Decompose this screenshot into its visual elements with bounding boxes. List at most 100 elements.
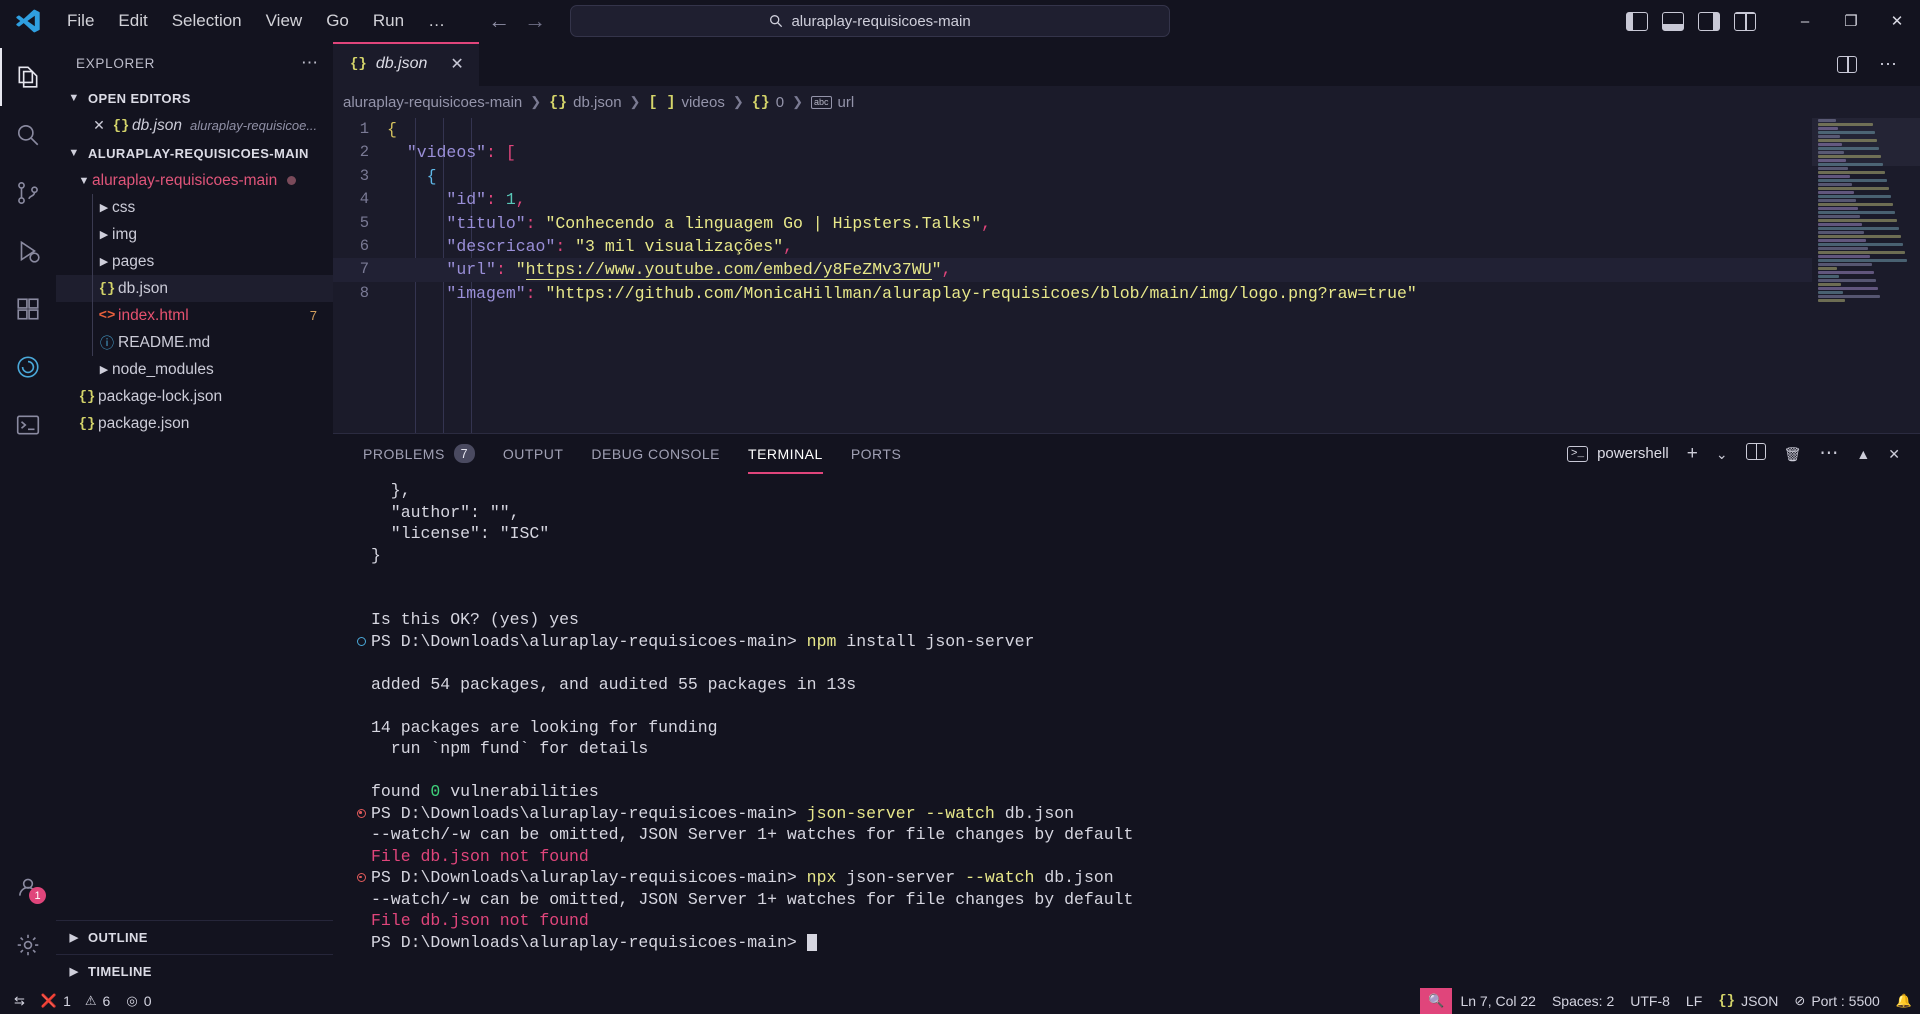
new-terminal-icon[interactable]: + [1687,444,1698,463]
maximize-panel-icon[interactable]: ▲ [1856,447,1870,461]
panel-tab-terminal[interactable]: TERMINAL [734,433,837,474]
tree-file-db-json[interactable]: {} db.json [56,275,333,302]
activity-terminal[interactable] [0,396,56,454]
activity-explorer[interactable] [0,48,56,106]
toggle-primary-sidebar-icon[interactable] [1626,11,1648,31]
menu-view[interactable]: View [255,8,314,34]
terminal-shell-selector[interactable]: >_ powershell [1566,445,1669,462]
panel-tab-debug-console[interactable]: DEBUG CONSOLE [577,433,734,474]
activity-settings[interactable] [0,916,56,974]
search-icon: 🔍 [1428,993,1445,1008]
activity-accounts[interactable]: 1 [0,858,56,916]
section-open-editors[interactable]: ▼ OPEN EDITORS [56,84,333,112]
terminal-token: } [371,545,381,565]
breadcrumb-item-3[interactable]: 0 [776,94,784,111]
more-actions-icon[interactable]: ⋯ [301,53,319,73]
editor-group: {} db.json ✕ ⋯ aluraplay-requisicoes-mai… [333,42,1920,988]
status-problems[interactable]: ❌ 1 ⚠ 6 [33,988,118,1014]
customize-layout-icon[interactable] [1734,11,1756,31]
toggle-panel-icon[interactable] [1662,11,1684,31]
toggle-secondary-sidebar-icon[interactable] [1698,11,1720,31]
split-editor-icon[interactable] [1837,55,1857,73]
code-editor[interactable]: 1{2 "videos": [3 {4 "id": 1, 5 "titulo": … [333,118,1920,433]
minimap-line [1818,203,1893,206]
tree-item-label: index.html [118,306,189,324]
tree-file-package-json[interactable]: {} package.json [56,410,333,437]
arrow-right-icon[interactable]: → [524,10,546,32]
close-panel-icon[interactable]: ✕ [1888,447,1900,461]
code-token: , [515,190,526,210]
activity-source-control[interactable] [0,164,56,222]
minimap-line [1818,207,1858,210]
section-workspace[interactable]: ▼ ALURAPLAY-REQUISICOES-MAIN [56,139,333,167]
status-notifications[interactable]: 🔔 [1888,988,1920,1014]
terminal-text: PS D:\Downloads\aluraplay-requisicoes-ma… [371,631,1034,653]
open-editor-item-db-json[interactable]: ✕ {} db.json aluraplay-requisicoe... [56,112,333,139]
tree-item-label: package-lock.json [98,387,223,405]
panel-tab-output[interactable]: OUTPUT [489,433,578,474]
menu-more[interactable]: … [417,8,456,34]
workbench-body: 1 EXPLORER ⋯ ▼ OPEN EDITORS ✕ {} db.json… [0,42,1920,988]
minimap-line [1818,123,1873,126]
tree-file-package-lock-json[interactable]: {} package-lock.json [56,383,333,410]
menu-run[interactable]: Run [362,8,415,34]
tree-folder-pages[interactable]: ▶ pages [56,248,333,275]
tree-folder-css[interactable]: ▶ css [56,194,333,221]
breadcrumb-item-0[interactable]: aluraplay-requisicoes-main [343,94,522,111]
close-icon[interactable]: ✕ [88,117,110,134]
status-indentation[interactable]: Spaces: 2 [1544,988,1622,1014]
more-actions-icon[interactable]: ⋯ [1819,444,1838,463]
tree-folder-aluraplay-requisicoes-main[interactable]: ▼ aluraplay-requisicoes-main [56,167,333,194]
activity-search[interactable] [0,106,56,164]
status-ports[interactable]: ◎ 0 [118,988,159,1014]
status-language-mode[interactable]: {} JSON [1710,988,1786,1014]
terminal-output[interactable]: }, "author": "", "license": "ISC"} Is thi… [333,474,1920,988]
tree-file-readme-md[interactable]: ⓘ README.md [56,329,333,356]
kill-terminal-icon[interactable]: 🗑 [1784,447,1802,461]
minimap[interactable] [1812,118,1920,433]
status-eol[interactable]: LF [1678,988,1710,1014]
section-timeline[interactable]: ▶ TIMELINE [56,954,333,988]
arrow-left-icon[interactable]: ← [488,10,510,32]
menu-selection[interactable]: Selection [161,8,253,34]
breadcrumb-item-4[interactable]: url [838,94,855,111]
status-remote[interactable]: ⇆ [6,988,33,1014]
menu-file[interactable]: File [56,8,105,34]
panel-tab-label: DEBUG CONSOLE [591,445,721,462]
activity-run-debug[interactable] [0,222,56,280]
more-actions-icon[interactable]: ⋯ [1879,54,1898,75]
minimap-line [1818,263,1872,266]
activity-live-share[interactable] [0,338,56,396]
command-center-search[interactable]: aluraplay-requisicoes-main [570,5,1171,37]
minimap-line [1818,151,1844,154]
status-encoding[interactable]: UTF-8 [1622,988,1678,1014]
status-live-server-port[interactable]: ⊘ Port : 5500 [1786,988,1887,1014]
split-terminal-icon[interactable] [1745,443,1766,464]
menu-go[interactable]: Go [315,8,360,34]
panel-tab-ports[interactable]: PORTS [837,433,915,474]
close-button[interactable]: ✕ [1874,0,1920,42]
tree-folder-node-modules[interactable]: ▶ node_modules [56,356,333,383]
tree-file-index-html[interactable]: <> index.html 7 [56,302,333,329]
maximize-button[interactable]: ❐ [1828,0,1874,42]
section-outline[interactable]: ▶ OUTLINE [56,920,333,954]
chevron-down-icon[interactable]: ⌄ [1716,447,1728,461]
tree-folder-img[interactable]: ▶ img [56,221,333,248]
menu-edit[interactable]: Edit [107,8,158,34]
breadcrumb-item-2[interactable]: videos [681,94,724,111]
panel-tab-problems[interactable]: PROBLEMS 7 [349,433,489,474]
minimap-line [1818,143,1842,146]
minimize-button[interactable]: – [1782,0,1828,42]
close-icon[interactable]: ✕ [450,54,463,74]
status-search-highlight[interactable]: 🔍 [1420,988,1453,1014]
status-cursor-position[interactable]: Ln 7, Col 22 [1452,988,1544,1014]
code-token: "https://github.com/MonicaHillman/alurap… [545,283,1417,303]
editor-tab-db-json[interactable]: {} db.json ✕ [333,42,479,86]
activity-extensions[interactable] [0,280,56,338]
chevron-down-icon: ▼ [68,147,80,159]
open-editor-name: db.json [132,116,182,134]
breadcrumb-item-1[interactable]: db.json [573,94,621,111]
